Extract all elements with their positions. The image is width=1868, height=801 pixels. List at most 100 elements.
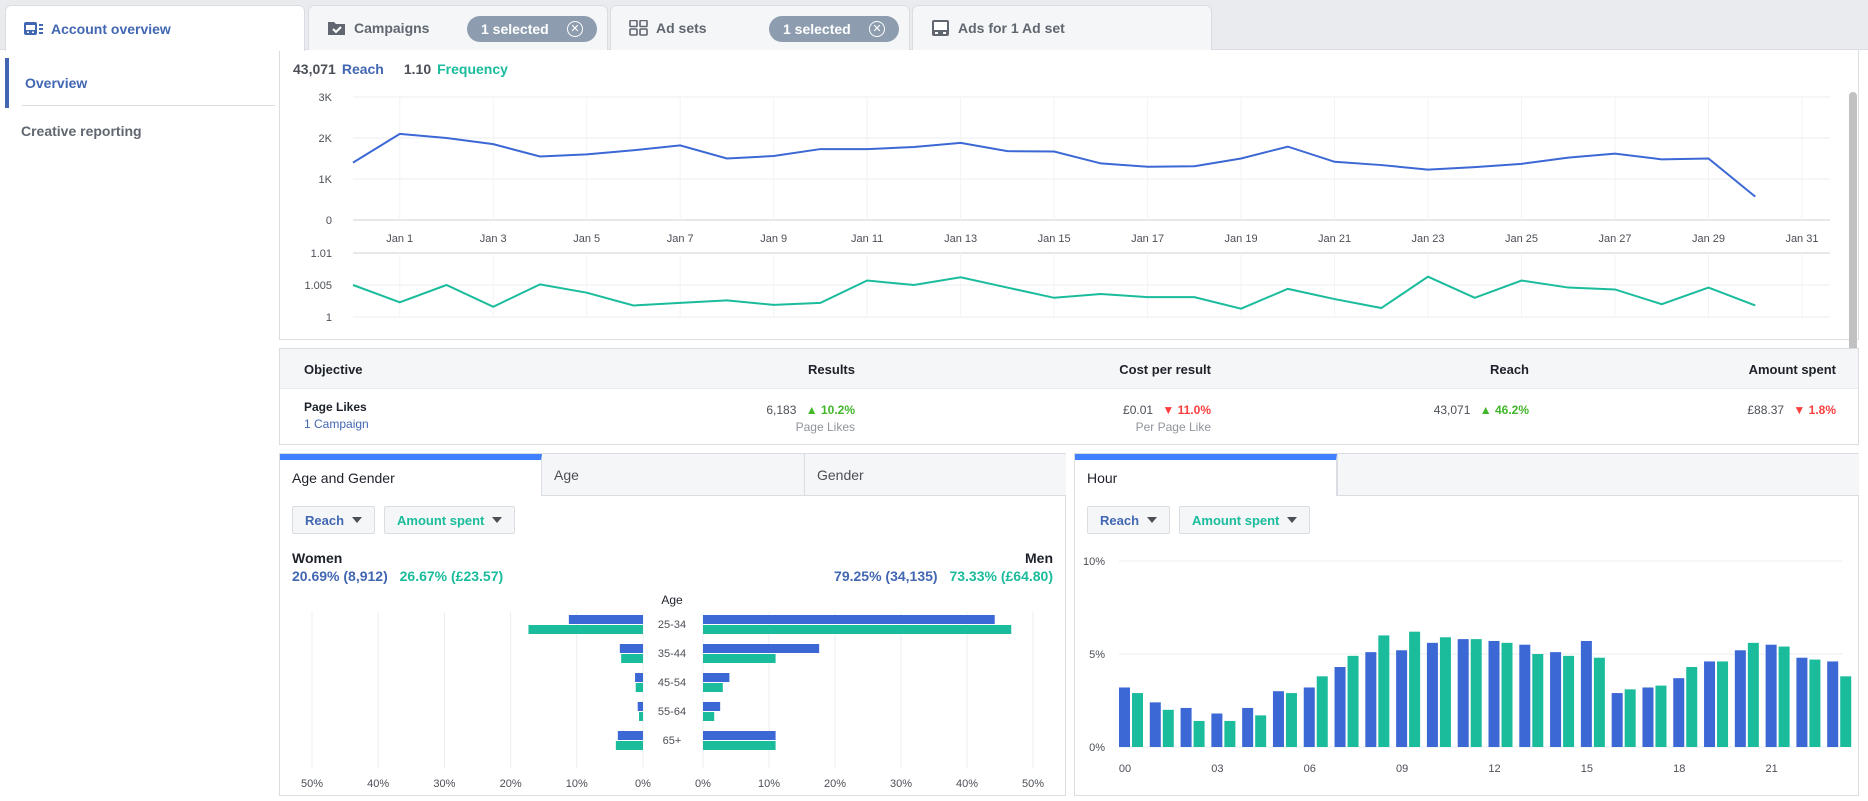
hour-bar-chart: 0% 5% 10% 00 03 06 09 12 15 18 21 <box>1083 556 1852 775</box>
age-category-label: 35-44 <box>658 648 686 660</box>
tab-age[interactable]: Age <box>542 454 805 496</box>
reach-frequency-line-chart: 0 1K 2K 3K Jan 1 Jan 3 Jan 5 Jan 7 Jan 9 Jan 11 Ja… <box>304 92 1830 324</box>
frequency-y-tick-label: 1 <box>326 312 332 324</box>
hour-reach-bar <box>1211 713 1223 747</box>
reach-y-tick-label: 0 <box>326 215 332 227</box>
tab-ads[interactable]: Ads for 1 Ad set <box>912 5 1212 50</box>
hour-reach-bar <box>1827 661 1839 747</box>
x-tick-label: Jan 19 <box>1225 233 1258 245</box>
sidebar-item-label: Creative reporting <box>21 123 142 139</box>
age-category-label: 65+ <box>663 735 682 747</box>
men-reach-bar <box>703 615 995 624</box>
up-arrow-icon: ▲ <box>1479 403 1492 417</box>
sidebar-item-creative-reporting[interactable]: Creative reporting <box>5 106 270 156</box>
women-spent: 26.67% (£23.57) <box>399 568 504 584</box>
hour-reach-bar <box>1365 652 1377 747</box>
tab-ad-sets[interactable]: Ad sets 1 selected ✕ <box>610 5 910 50</box>
tab-campaigns[interactable]: Campaigns 1 selected ✕ <box>308 5 608 50</box>
tab-label: Ads for 1 Ad set <box>958 20 1065 36</box>
objective-table: Objective Results Cost per result Reach … <box>279 348 1859 445</box>
caret-down-icon <box>492 517 503 523</box>
amount-spent-change: 1.8% <box>1808 403 1836 417</box>
men-reach-bar <box>703 644 820 653</box>
hour-reach-bar <box>1642 687 1654 747</box>
x-tick-label: Jan 3 <box>480 233 507 245</box>
reach-metric-dropdown[interactable]: Reach <box>292 506 376 534</box>
results-change: 10.2% <box>820 403 855 417</box>
hour-reach-bar <box>1457 639 1469 747</box>
results-value: 6,183 <box>766 403 797 417</box>
hour-spent-bar <box>1532 654 1544 747</box>
amount-spent-metric-dropdown[interactable]: Amount spent <box>1179 506 1311 534</box>
caret-down-icon <box>1287 517 1298 523</box>
hour-reach-bar <box>1519 644 1531 747</box>
hour-reach-bar <box>1180 707 1192 747</box>
men-spent-bar <box>703 654 776 663</box>
hour-spent-bar <box>1686 667 1698 747</box>
amount-spent-metric-dropdown[interactable]: Amount spent <box>384 506 516 534</box>
left-x-tick-label: 40% <box>367 778 389 790</box>
dropdown-label: Reach <box>305 512 345 528</box>
hour-reach-bar <box>1426 642 1438 747</box>
age-category-label: 25-34 <box>658 619 686 631</box>
tab-label: Campaigns <box>354 20 430 36</box>
x-tick-label: Jan 1 <box>386 233 413 245</box>
sidebar-item-overview[interactable]: Overview <box>5 58 270 108</box>
hour-x-tick-label: 18 <box>1673 763 1685 775</box>
tab-account-overview[interactable]: Account overview <box>5 5 305 51</box>
cost-per-result-change: 11.0% <box>1177 403 1211 417</box>
hour-reach-bar <box>1673 678 1685 747</box>
men-reach-bar <box>703 702 721 711</box>
men-spent: 73.33% (£64.80) <box>949 568 1053 584</box>
women-spent-bar <box>621 654 643 663</box>
hour-spent-bar <box>1193 720 1205 747</box>
hour-spent-bar <box>1347 655 1359 747</box>
clear-selection-icon[interactable]: ✕ <box>567 21 583 37</box>
hour-spent-bar <box>1778 646 1790 747</box>
up-arrow-icon: ▲ <box>805 403 818 417</box>
x-tick-label: Jan 13 <box>944 233 977 245</box>
hour-x-tick-label: 15 <box>1581 763 1593 775</box>
hour-x-tick-label: 12 <box>1488 763 1500 775</box>
men-spent-bar <box>703 741 776 750</box>
dropdown-label: Amount spent <box>1192 512 1280 528</box>
down-arrow-icon: ▼ <box>1162 403 1175 417</box>
reach-metric-dropdown[interactable]: Reach <box>1087 506 1171 534</box>
column-header-objective: Objective <box>304 362 363 377</box>
hour-spent-bar <box>1285 693 1297 747</box>
hour-reach-bar <box>1488 640 1500 747</box>
top-tab-bar: Account overview Campaigns 1 selected ✕ … <box>0 0 1868 51</box>
age-category-label: 45-54 <box>658 677 686 689</box>
right-x-tick-label: 20% <box>824 778 846 790</box>
page-content: Overview Creative reporting 43,071 Reach… <box>0 50 1868 801</box>
column-header-results: Results <box>808 362 855 377</box>
tab-hour[interactable]: Hour <box>1075 454 1337 496</box>
reach-change: 46.2% <box>1494 403 1529 417</box>
men-reach-bar <box>703 731 776 740</box>
hour-spent-bar <box>1255 715 1267 747</box>
women-reach: 20.69% (8,912) <box>292 568 388 584</box>
women-spent-bar <box>639 712 643 721</box>
ad-sets-selection-pill[interactable]: 1 selected ✕ <box>769 16 899 42</box>
clear-selection-icon[interactable]: ✕ <box>869 21 885 37</box>
performance-chart-panel: 43,071 Reach 1.10 Frequency 0 1K 2K 3K Jan 1… <box>279 50 1859 340</box>
men-spent-bar <box>703 683 723 692</box>
table-row: Page Likes 1 Campaign 6,183 ▲ 10.2% Page… <box>280 389 1858 445</box>
hour-tabs: Hour <box>1075 454 1859 496</box>
main-area: 43,071 Reach 1.10 Frequency 0 1K 2K 3K Jan 1… <box>279 50 1859 801</box>
hour-reach-bar <box>1550 652 1562 747</box>
amount-spent-value: £88.37 <box>1747 403 1785 417</box>
right-x-tick-label: 0% <box>695 778 711 790</box>
tab-label: Age and Gender <box>292 470 395 486</box>
tab-gender[interactable]: Gender <box>805 454 1066 496</box>
hour-y-tick-label: 0% <box>1089 742 1105 754</box>
account-overview-icon <box>24 21 44 37</box>
down-arrow-icon: ▼ <box>1793 403 1806 417</box>
scrollbar[interactable] <box>1849 92 1857 377</box>
campaigns-selection-pill[interactable]: 1 selected ✕ <box>467 16 597 42</box>
tab-age-and-gender[interactable]: Age and Gender <box>280 454 542 496</box>
tab-label: Age <box>554 466 579 483</box>
campaign-count-link[interactable]: 1 Campaign <box>304 417 369 431</box>
cost-per-result-cell: £0.01 ▼ 11.0% <box>1123 403 1211 417</box>
hour-reach-bar <box>1796 657 1808 747</box>
